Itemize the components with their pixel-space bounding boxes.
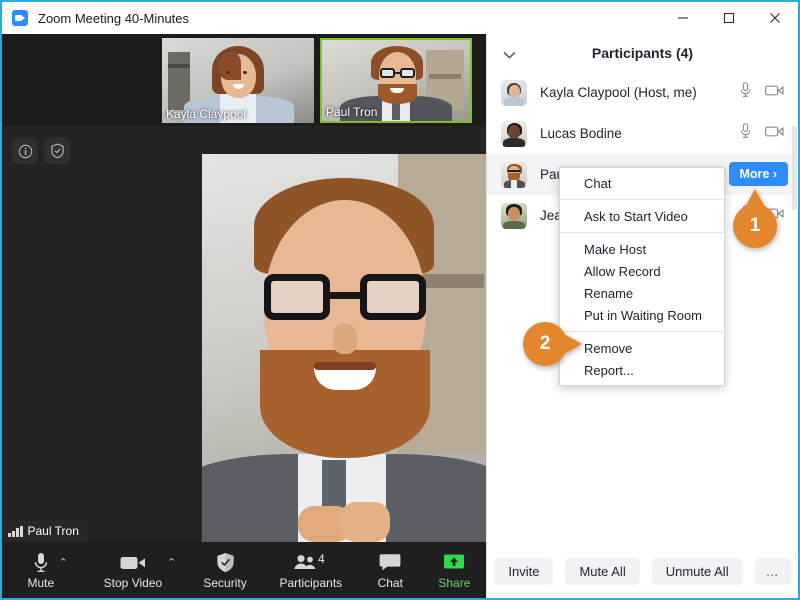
mute-button[interactable]: Mute ⌃ — [2, 542, 80, 598]
menu-separator — [560, 232, 724, 233]
participant-status-icons — [740, 82, 784, 103]
window-controls — [660, 2, 798, 34]
thumbnail-name: Paul Tron — [326, 105, 378, 119]
info-icon[interactable] — [12, 138, 38, 164]
participants-button[interactable]: 4 Participants — [264, 542, 358, 598]
avatar — [501, 202, 527, 229]
mute-options-caret[interactable]: ⌃ — [58, 558, 67, 569]
participant-name: Lucas Bodine — [540, 126, 622, 141]
active-speaker-name: Paul Tron — [27, 524, 79, 538]
menu-item-put-in-waiting-room[interactable]: Put in Waiting Room — [560, 304, 724, 326]
menu-item-report[interactable]: Report... — [560, 359, 724, 381]
chat-bubble-icon — [379, 552, 401, 574]
participants-panel-title: Participants (4) — [591, 45, 694, 61]
svg-text:4: 4 — [318, 554, 325, 566]
mute-all-button[interactable]: Mute All — [565, 557, 640, 585]
callout-number: 2 — [539, 333, 551, 354]
menu-item-rename[interactable]: Rename — [560, 282, 724, 304]
stop-video-label: Stop Video — [103, 575, 163, 590]
thumbnail-name: Kayla Claypool — [166, 107, 247, 121]
participants-panel: Participants (4) Kayla Claypool (Host, m… — [486, 34, 798, 598]
callout-marker-2: 2 — [523, 322, 582, 366]
avatar — [501, 161, 527, 188]
active-speaker-video[interactable] — [202, 154, 486, 542]
video-camera-icon — [120, 552, 146, 574]
shield-icon — [216, 552, 235, 574]
video-options-caret[interactable]: ⌃ — [167, 558, 176, 569]
zoom-meeting-window: Zoom Meeting 40-Minutes Kayla Claypool P… — [0, 0, 800, 600]
callout-marker-1: 1 — [733, 189, 777, 248]
security-button[interactable]: Security — [186, 542, 264, 598]
more-button[interactable]: More › — [728, 162, 788, 186]
menu-item-chat[interactable]: Chat — [560, 172, 724, 194]
video-thumbnail-active[interactable]: Paul Tron — [320, 38, 472, 123]
menu-item-remove[interactable]: Remove — [560, 337, 724, 359]
avatar — [501, 79, 527, 106]
chat-label: Chat — [377, 575, 403, 590]
participants-panel-footer: Invite Mute All Unmute All … — [487, 544, 798, 598]
chat-button[interactable]: Chat — [358, 542, 423, 598]
participant-context-menu: Chat Ask to Start Video Make Host Allow … — [559, 167, 725, 386]
avatar — [501, 120, 527, 147]
video-thumbnail[interactable]: Kayla Claypool — [162, 38, 314, 123]
share-screen-icon — [443, 552, 465, 574]
minimize-icon[interactable] — [660, 2, 706, 34]
chevron-down-icon[interactable] — [503, 46, 516, 64]
video-stage: Kayla Claypool Paul Tron Paul Tron — [2, 34, 486, 542]
menu-separator — [560, 331, 724, 332]
zoom-camera-icon — [12, 10, 28, 26]
meeting-toolbar: Mute ⌃ Stop Video ⌃ Security 4 Participa… — [2, 542, 486, 598]
share-screen-button[interactable]: Share — [423, 542, 486, 598]
participants-panel-header: Participants (4) — [487, 34, 798, 72]
more-options-button[interactable]: … — [754, 557, 791, 585]
invite-button[interactable]: Invite — [494, 557, 554, 585]
stop-video-button[interactable]: Stop Video ⌃ — [80, 542, 187, 598]
maximize-icon[interactable] — [706, 2, 752, 34]
menu-item-ask-to-start-video[interactable]: Ask to Start Video — [560, 205, 724, 227]
menu-item-allow-record[interactable]: Allow Record — [560, 260, 724, 282]
panel-scrollbar[interactable] — [792, 126, 797, 210]
unmute-all-button[interactable]: Unmute All — [651, 557, 743, 585]
menu-item-make-host[interactable]: Make Host — [560, 238, 724, 260]
window-title: Zoom Meeting 40-Minutes — [38, 10, 190, 26]
video-camera-icon[interactable] — [765, 125, 784, 143]
share-label: Share — [438, 575, 471, 590]
thumbnail-strip: Kayla Claypool Paul Tron — [2, 34, 486, 126]
security-label: Security — [203, 575, 247, 590]
title-bar: Zoom Meeting 40-Minutes — [2, 2, 798, 34]
participants-icon: 4 — [293, 552, 329, 574]
menu-separator — [560, 199, 724, 200]
active-speaker-badge: Paul Tron — [2, 520, 88, 542]
participant-status-icons — [740, 123, 784, 144]
mute-label: Mute — [27, 575, 55, 590]
participant-row[interactable]: Lucas Bodine — [487, 113, 798, 154]
close-icon[interactable] — [752, 2, 798, 34]
signal-bars-icon — [8, 525, 23, 537]
shield-icon[interactable] — [44, 138, 70, 164]
microphone-icon[interactable] — [740, 123, 751, 144]
callout-number: 1 — [749, 215, 761, 236]
participants-label: Participants — [279, 575, 343, 590]
active-speaker-image — [202, 154, 486, 542]
participant-name: Kayla Claypool (Host, me) — [540, 85, 697, 100]
microphone-icon — [33, 552, 49, 574]
participant-row[interactable]: Kayla Claypool (Host, me) — [487, 72, 798, 113]
video-camera-icon[interactable] — [765, 84, 784, 102]
microphone-icon[interactable] — [740, 82, 751, 103]
